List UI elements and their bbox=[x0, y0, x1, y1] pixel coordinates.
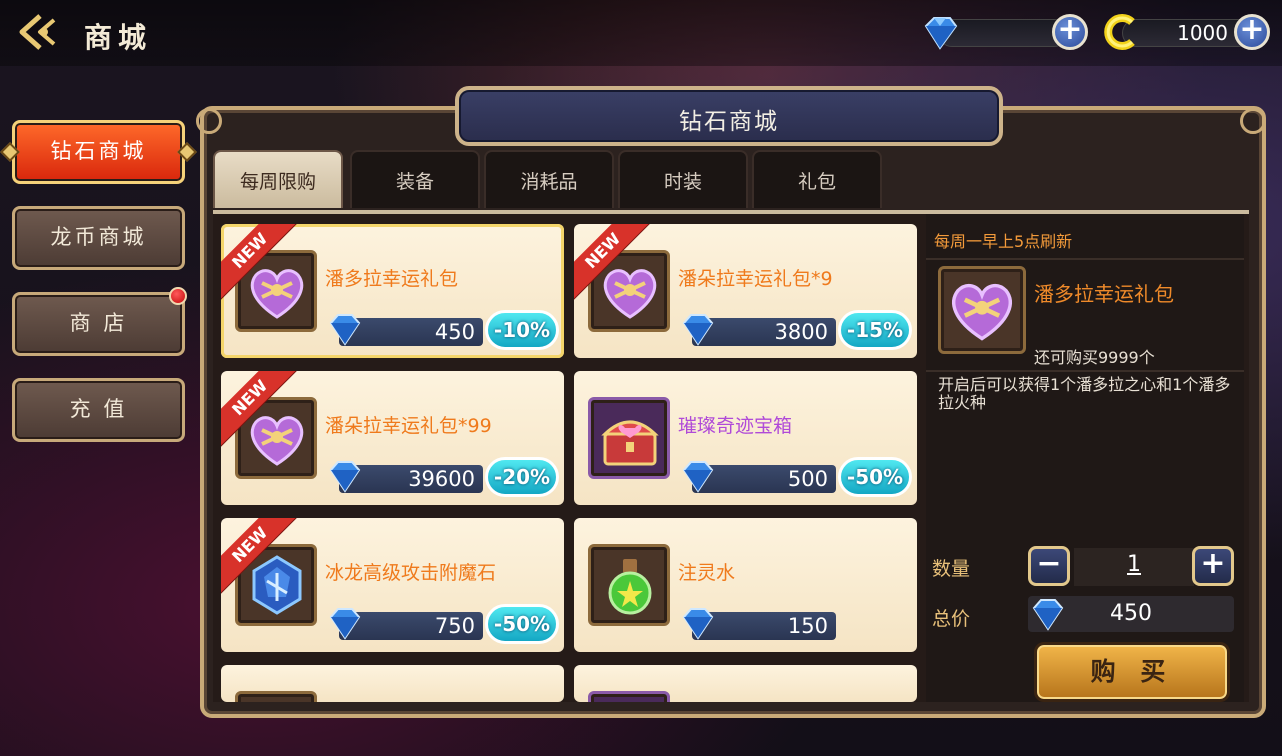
top-bar: 商城 0 + 1000 + bbox=[0, 0, 1282, 66]
item-card[interactable]: NEW 冰龙高级攻击附魔石 750 -50% bbox=[221, 518, 564, 652]
diamond-icon bbox=[329, 608, 361, 640]
detail-item-name: 潘多拉幸运礼包 bbox=[1034, 282, 1174, 306]
item-card[interactable]: 注灵水 150 bbox=[574, 518, 917, 652]
panel-title-plate: 钻石商城 bbox=[455, 86, 1003, 146]
item-icon bbox=[588, 691, 670, 702]
item-price: 39600 bbox=[408, 467, 475, 491]
heart-box-icon bbox=[938, 266, 1026, 354]
divider bbox=[926, 370, 1244, 372]
discount-badge: -10% bbox=[485, 310, 559, 350]
coin-icon bbox=[1104, 14, 1135, 50]
treasure-chest-icon bbox=[588, 397, 670, 479]
diamond-icon bbox=[924, 17, 958, 50]
item-name: 注灵水 bbox=[678, 562, 736, 584]
discount-badge: -50% bbox=[838, 457, 912, 497]
diamond-icon bbox=[682, 608, 714, 640]
sidebar-item-recharge[interactable]: 充 值 bbox=[12, 378, 185, 442]
sidebar-item-diamond-shop[interactable]: 钻石商城 bbox=[0, 120, 197, 184]
item-icon bbox=[235, 691, 317, 702]
increase-quantity-button[interactable]: + bbox=[1192, 546, 1234, 586]
ornament-icon bbox=[177, 142, 197, 162]
discount-badge: -15% bbox=[838, 310, 912, 350]
diamond-icon bbox=[329, 461, 361, 493]
item-name: 潘朵拉幸运礼包*9 bbox=[678, 268, 833, 290]
total-price: 450 bbox=[1110, 601, 1152, 626]
item-detail-panel: 每周一早上5点刷新 潘多拉幸运礼包 还可购买9999个 开启后可以获得1个潘多拉… bbox=[926, 214, 1244, 702]
diamond-icon bbox=[329, 314, 361, 346]
decrease-quantity-button[interactable]: − bbox=[1028, 546, 1070, 586]
discount-badge: -50% bbox=[485, 604, 559, 644]
discount-badge: -20% bbox=[485, 457, 559, 497]
item-card[interactable] bbox=[221, 665, 564, 702]
item-card[interactable]: NEW 潘多拉幸运礼包 450 -10% bbox=[221, 224, 564, 358]
quantity-value: 1 bbox=[1127, 552, 1141, 577]
back-arrow-icon bbox=[19, 14, 56, 50]
add-diamond-button[interactable]: + bbox=[1052, 14, 1088, 50]
sidebar-item-label: 龙币商城 bbox=[50, 225, 147, 249]
sidebar-item-dragon-coin-shop[interactable]: 龙币商城 bbox=[12, 206, 185, 270]
item-price: 3800 bbox=[774, 320, 828, 344]
sidebar-item-store[interactable]: 商 店 bbox=[12, 287, 187, 356]
divider bbox=[926, 258, 1244, 260]
item-card[interactable] bbox=[574, 665, 917, 702]
coin-currency: 1000 + bbox=[1102, 14, 1278, 50]
quantity-field[interactable]: 1 bbox=[1074, 548, 1194, 586]
sidebar-item-label: 钻石商城 bbox=[50, 139, 147, 163]
quantity-label: 数量 bbox=[932, 558, 971, 580]
panel-title: 钻石商城 bbox=[679, 109, 779, 135]
diamond-currency: 0 + bbox=[918, 14, 1096, 50]
item-name: 潘朵拉幸运礼包*99 bbox=[325, 415, 492, 437]
corner-ornament-icon bbox=[196, 108, 222, 134]
stock-remaining: 还可购买9999个 bbox=[1034, 348, 1155, 367]
tab-fashion[interactable]: 时装 bbox=[618, 150, 748, 208]
diamond-icon bbox=[682, 314, 714, 346]
item-price: 150 bbox=[787, 614, 828, 638]
refresh-note: 每周一早上5点刷新 bbox=[934, 232, 1073, 251]
diamond-icon bbox=[682, 461, 714, 493]
total-label: 总价 bbox=[932, 608, 971, 630]
item-price: 500 bbox=[787, 467, 828, 491]
item-card[interactable]: NEW 潘朵拉幸运礼包*9 3800 -15% bbox=[574, 224, 917, 358]
ornament-icon bbox=[0, 142, 20, 162]
sidebar-item-label: 商 店 bbox=[69, 311, 128, 335]
item-price: 750 bbox=[434, 614, 475, 638]
item-price: 450 bbox=[434, 320, 475, 344]
back-button[interactable] bbox=[18, 12, 62, 52]
sidebar-item-label: 充 值 bbox=[69, 397, 128, 421]
coin-count: 1000 bbox=[1177, 21, 1228, 45]
buy-button[interactable]: 购 买 bbox=[1034, 642, 1230, 702]
corner-ornament-icon bbox=[1240, 108, 1266, 134]
add-coin-button[interactable]: + bbox=[1234, 14, 1270, 50]
item-name: 璀璨奇迹宝箱 bbox=[678, 415, 793, 437]
tab-consumables[interactable]: 消耗品 bbox=[484, 150, 614, 208]
potion-icon bbox=[588, 544, 670, 626]
item-description: 开启后可以获得1个潘多拉之心和1个潘多拉火种 bbox=[938, 375, 1231, 412]
item-card[interactable]: 璀璨奇迹宝箱 500 -50% bbox=[574, 371, 917, 505]
tab-weekly-limited[interactable]: 每周限购 bbox=[213, 150, 343, 208]
total-price-bar: 450 bbox=[1028, 596, 1234, 632]
tab-gift-packs[interactable]: 礼包 bbox=[752, 150, 882, 208]
page-title: 商城 bbox=[84, 21, 153, 54]
item-name: 潘多拉幸运礼包 bbox=[325, 268, 459, 290]
item-card[interactable]: NEW 潘朵拉幸运礼包*99 39600 -20% bbox=[221, 371, 564, 505]
notification-dot bbox=[169, 287, 187, 305]
item-name: 冰龙高级攻击附魔石 bbox=[325, 562, 497, 584]
tab-equipment[interactable]: 装备 bbox=[350, 150, 480, 208]
